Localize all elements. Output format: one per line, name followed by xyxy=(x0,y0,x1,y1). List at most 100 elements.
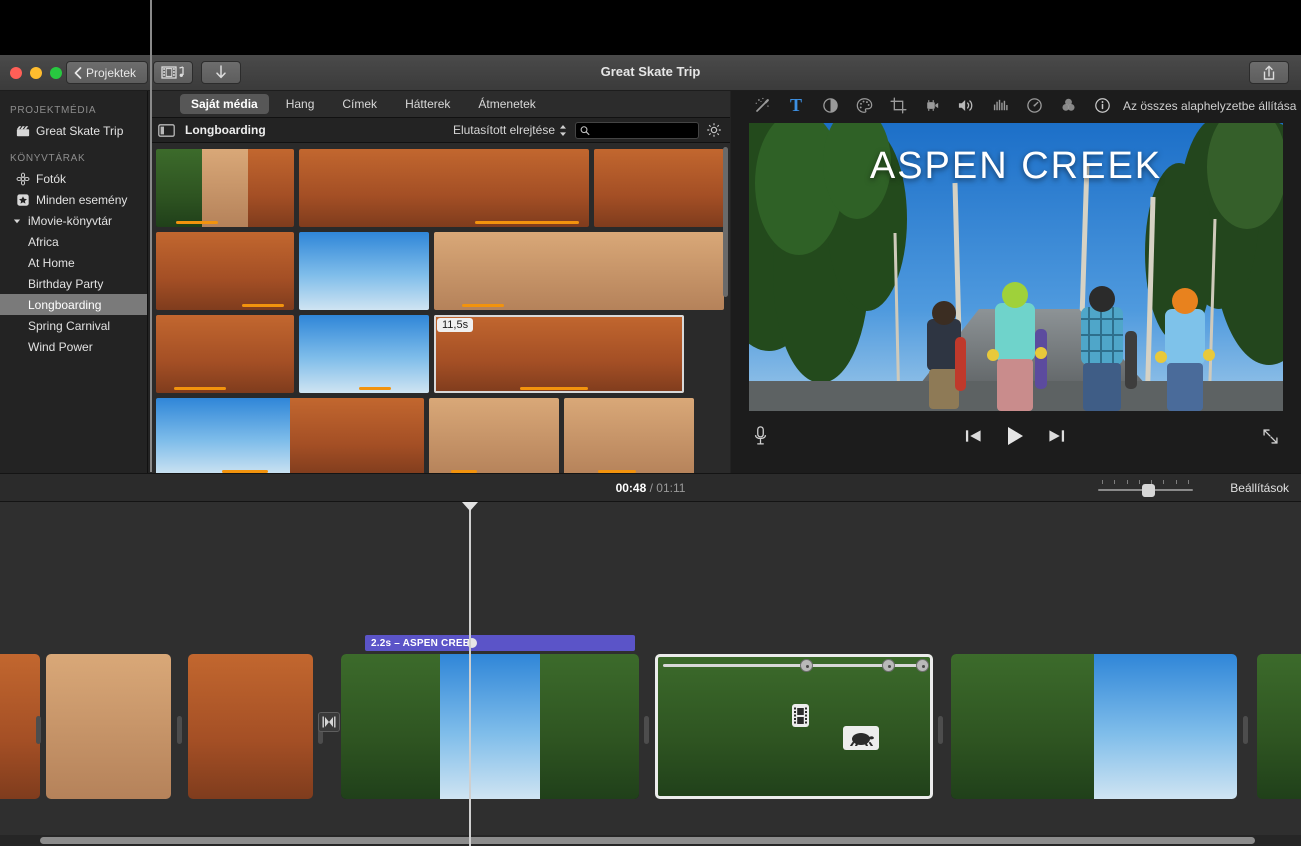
keyframe-dot[interactable] xyxy=(800,659,813,672)
timeline-clip-skater-partial-left[interactable] xyxy=(0,654,40,799)
sidebar-item-imovie-library[interactable]: iMovie-könyvtár xyxy=(0,210,147,231)
media-thumbnail-canyon-overlook-pan[interactable] xyxy=(156,398,424,473)
play-icon[interactable] xyxy=(1004,425,1026,447)
viewer-panel: T xyxy=(731,91,1301,473)
filters-icon[interactable] xyxy=(1051,91,1085,120)
freeze-frame-badge[interactable] xyxy=(792,704,809,727)
media-thumbnail-skate-wheel-closeup[interactable] xyxy=(564,398,694,473)
sidebar-item-longboarding[interactable]: Longboarding xyxy=(0,294,147,315)
star-box-icon xyxy=(16,193,30,207)
volume-icon[interactable] xyxy=(949,91,983,120)
zoom-slider-knob[interactable] xyxy=(1142,484,1155,497)
crop-icon[interactable] xyxy=(881,91,915,120)
media-thumbnail-selfie-in-car[interactable] xyxy=(156,149,294,227)
sidebar-item-fotok[interactable]: Fotók xyxy=(0,168,147,189)
tab-cimek[interactable]: Címek xyxy=(331,94,388,114)
info-icon[interactable] xyxy=(1085,91,1119,120)
search-field[interactable] xyxy=(575,122,699,139)
timeline-title-clip[interactable]: 2.2s – ASPEN CREE.. xyxy=(365,635,635,651)
viewer-title-overlay: ASPEN CREEK xyxy=(749,145,1283,188)
media-browser[interactable]: 11,5s xyxy=(150,143,730,473)
media-thumbnail-monument-valley-pan[interactable] xyxy=(299,149,589,227)
search-input[interactable] xyxy=(594,124,694,136)
tab-hang[interactable]: Hang xyxy=(275,94,326,114)
gear-icon[interactable] xyxy=(706,122,722,138)
timeline-panel[interactable]: 2.2s – ASPEN CREE.. 1,1m – Down the Road xyxy=(0,502,1301,846)
settings-button[interactable]: Beállítások xyxy=(1230,481,1289,495)
media-grid-row xyxy=(156,149,724,227)
clip-frame xyxy=(951,654,1094,799)
hide-rejected-popup[interactable]: Elutasított elrejtése xyxy=(453,123,567,137)
slow-motion-badge[interactable] xyxy=(843,726,879,750)
clapperboard-icon xyxy=(16,124,30,138)
tab-sajat-media[interactable]: Saját média xyxy=(180,94,269,114)
titles-text-icon[interactable]: T xyxy=(779,91,813,120)
clip-edge-handle[interactable] xyxy=(1243,716,1248,744)
media-thumbnail-driving-dashboard[interactable] xyxy=(299,232,429,310)
media-grid-row xyxy=(156,398,724,473)
title-clip-label: 2.2s – ASPEN CREE.. xyxy=(371,638,476,649)
share-button[interactable] xyxy=(1249,61,1289,84)
tab-atmenetek[interactable]: Átmenetek xyxy=(467,94,546,114)
stabilization-icon[interactable] xyxy=(915,91,949,120)
speed-icon[interactable] xyxy=(1017,91,1051,120)
clip-edge-handle[interactable] xyxy=(938,716,943,744)
used-media-indicator xyxy=(520,387,588,390)
tab-hatterek[interactable]: Hátterek xyxy=(394,94,461,114)
sidebar-item-minden-esemeny[interactable]: Minden esemény xyxy=(0,189,147,210)
sidebar-item-birthday-party[interactable]: Birthday Party xyxy=(0,273,147,294)
reset-all-label[interactable]: Az összes alaphelyzetbe állítása xyxy=(1123,99,1296,113)
sidebar-item-label: Birthday Party xyxy=(28,277,103,291)
timeline-clip-skater-sliding-turn[interactable] xyxy=(951,654,1237,799)
clip-frame xyxy=(655,654,794,799)
skip-to-end-icon[interactable] xyxy=(1048,428,1065,444)
disclosure-triangle-icon[interactable] xyxy=(12,214,22,228)
filmstrip-icon xyxy=(793,706,808,726)
clip-edge-handle[interactable] xyxy=(177,716,182,744)
thumbnail-frame xyxy=(429,398,559,473)
noise-reduction-icon[interactable] xyxy=(983,91,1017,120)
microphone-icon[interactable] xyxy=(753,425,768,447)
imovie-window: Projektek xyxy=(0,55,1301,846)
viewer-stage[interactable]: ASPEN CREEK xyxy=(749,123,1283,411)
clip-edge-handle[interactable] xyxy=(644,716,649,744)
fullscreen-icon[interactable] xyxy=(1262,428,1279,445)
sidebar-item-wind-power[interactable]: Wind Power xyxy=(0,336,147,357)
media-thumbnail-arch-group-photo[interactable] xyxy=(156,315,294,393)
sidebar-item-label: iMovie-könyvtár xyxy=(28,214,112,228)
enhance-wand-icon[interactable] xyxy=(745,91,779,120)
updown-chevron-icon xyxy=(559,124,567,137)
timeline-zoom-slider[interactable] xyxy=(1098,480,1193,498)
timeline-clip-man-sunglasses-selfie[interactable] xyxy=(188,654,313,799)
color-correction-icon[interactable] xyxy=(847,91,881,120)
media-thumbnail-group-at-monument-valley[interactable] xyxy=(156,232,294,310)
sidebar-toggle-icon[interactable] xyxy=(158,124,175,137)
color-balance-icon[interactable] xyxy=(813,91,847,120)
timeline-transition-icon[interactable] xyxy=(318,712,340,732)
media-thumbnail-hands-on-skateboard[interactable] xyxy=(429,398,559,473)
clip-edge-handle[interactable] xyxy=(36,716,41,744)
thumbnail-frame xyxy=(299,315,429,393)
media-thumbnail-driver-portrait[interactable] xyxy=(434,232,724,310)
keyframe-dot[interactable] xyxy=(916,659,929,672)
thumbnail-frame xyxy=(202,149,248,227)
sidebar-item-great-skate-trip[interactable]: Great Skate Trip xyxy=(0,120,147,141)
sidebar-item-at-home[interactable]: At Home xyxy=(0,252,147,273)
skip-to-start-icon[interactable] xyxy=(965,428,982,444)
used-media-indicator xyxy=(176,221,218,224)
timeline-clip-friends-walking-with-boards[interactable] xyxy=(341,654,639,799)
media-thumbnail-rv-in-desert[interactable] xyxy=(299,315,429,393)
sidebar-item-africa[interactable]: Africa xyxy=(0,231,147,252)
timeline-playhead[interactable] xyxy=(469,502,471,846)
transition-bowtie-icon xyxy=(322,716,336,728)
timeline-clip-skaters-on-road-slowmo[interactable] xyxy=(655,654,933,799)
media-thumbnail-monument-valley-buttes[interactable] xyxy=(594,149,724,227)
sidebar-item-spring-carnival[interactable]: Spring Carnival xyxy=(0,315,147,336)
browser-vertical-scrollbar[interactable] xyxy=(723,147,728,297)
timeline-clip-woman-sunglasses-car[interactable] xyxy=(46,654,171,799)
timeline-horizontal-scrollbar[interactable] xyxy=(40,837,1255,844)
timeline-clip-road-curve-partial-right[interactable] xyxy=(1257,654,1301,799)
media-thumbnail-friends-sitting-cheering[interactable]: 11,5s xyxy=(434,315,684,393)
keyframe-dot[interactable] xyxy=(882,659,895,672)
clip-frame xyxy=(341,654,440,799)
